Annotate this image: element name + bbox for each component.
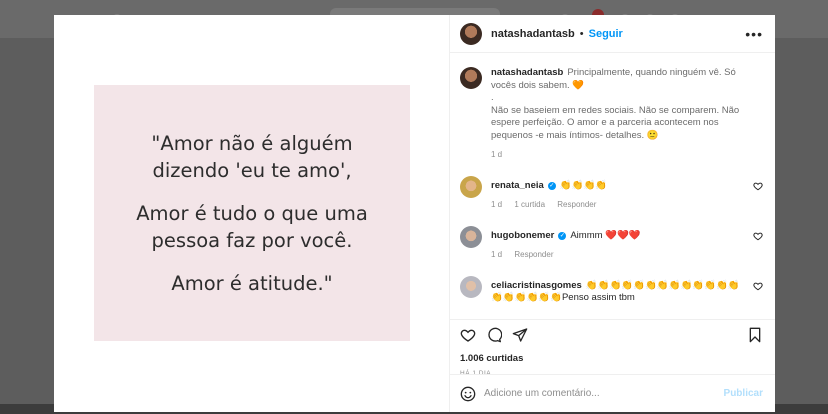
verified-icon: ✓: [547, 181, 556, 190]
post-header: natashadantasb • Seguir •••: [450, 15, 775, 53]
comment-username[interactable]: celiacristinasgomes: [491, 280, 582, 291]
comment-avatar[interactable]: [460, 175, 482, 198]
verified-icon: ✓: [558, 231, 567, 240]
caption-username[interactable]: natashadantasb: [491, 67, 563, 78]
add-comment-bar: Publicar: [450, 374, 775, 412]
heart-icon[interactable]: [460, 327, 476, 343]
quote-line-2: dizendo 'eu te amo',: [152, 158, 352, 182]
publish-button[interactable]: Publicar: [724, 388, 763, 399]
caption-avatar[interactable]: [460, 67, 482, 89]
author-avatar[interactable]: [460, 22, 482, 45]
likes-count[interactable]: 1.006 curtidas: [460, 353, 763, 364]
comment-avatar[interactable]: [460, 275, 482, 298]
comment-likes[interactable]: 1 curtida: [514, 200, 545, 209]
comment-username[interactable]: hugobonemer: [491, 230, 554, 241]
bookmark-icon[interactable]: [747, 327, 763, 343]
comment-avatar[interactable]: [460, 225, 482, 248]
quote-line-3: Amor é tudo o que uma: [136, 201, 368, 225]
more-options-icon[interactable]: •••: [745, 26, 763, 42]
comment-item: hugobonemer ✓ Aimmm ❤️❤️❤️ 1 d Responder: [460, 225, 763, 262]
quote-line-1: "Amor não é alguém: [151, 131, 353, 155]
post-modal: "Amor não é alguém dizendo 'eu te amo', …: [54, 15, 775, 412]
caption-text-3: Não se baseiem em redes sociais. Não se …: [491, 104, 740, 141]
caption-text-2: .: [491, 92, 494, 103]
heart-icon[interactable]: [753, 231, 763, 241]
comment-icon[interactable]: [486, 327, 502, 343]
follow-button[interactable]: Seguir: [589, 28, 623, 40]
heart-icon[interactable]: [753, 281, 763, 291]
caption-time[interactable]: 1 d: [491, 150, 502, 159]
caption: natashadantasb Principalmente, quando nin…: [460, 67, 763, 162]
heart-icon[interactable]: [753, 181, 763, 191]
comment-time[interactable]: 1 d: [491, 200, 502, 209]
comment-username[interactable]: renata_neia: [491, 180, 544, 191]
comment-input[interactable]: [484, 388, 724, 399]
comment-item: renata_neia ✓ 👏👏👏👏 1 d 1 curtida Responder: [460, 175, 763, 212]
header-separator: •: [579, 27, 584, 40]
post-media: "Amor não é alguém dizendo 'eu te amo', …: [54, 15, 450, 412]
quote-image: "Amor não é alguém dizendo 'eu te amo', …: [94, 85, 410, 341]
comments-list[interactable]: natashadantasb Principalmente, quando nin…: [450, 53, 775, 319]
share-icon[interactable]: [512, 327, 528, 343]
comment-text: 👏👏👏👏: [559, 179, 608, 191]
emoji-icon[interactable]: [460, 386, 476, 402]
comment-text: Aimmm ❤️❤️❤️: [570, 229, 641, 241]
author-username[interactable]: natashadantasb: [491, 28, 575, 40]
reply-button[interactable]: Responder: [514, 250, 553, 259]
post-side-panel: natashadantasb • Seguir ••• natashadanta…: [450, 15, 775, 412]
comment-time[interactable]: 1 d: [491, 250, 502, 259]
quote-line-5: Amor é atitude.": [171, 271, 333, 295]
reply-button[interactable]: Responder: [557, 200, 596, 209]
quote-line-4: pessoa faz por você.: [151, 228, 353, 252]
comment-item: celiacristinasgomes 👏👏👏👏👏👏👏👏👏👏👏👏👏👏👏👏👏👏👏Pe…: [460, 275, 763, 305]
